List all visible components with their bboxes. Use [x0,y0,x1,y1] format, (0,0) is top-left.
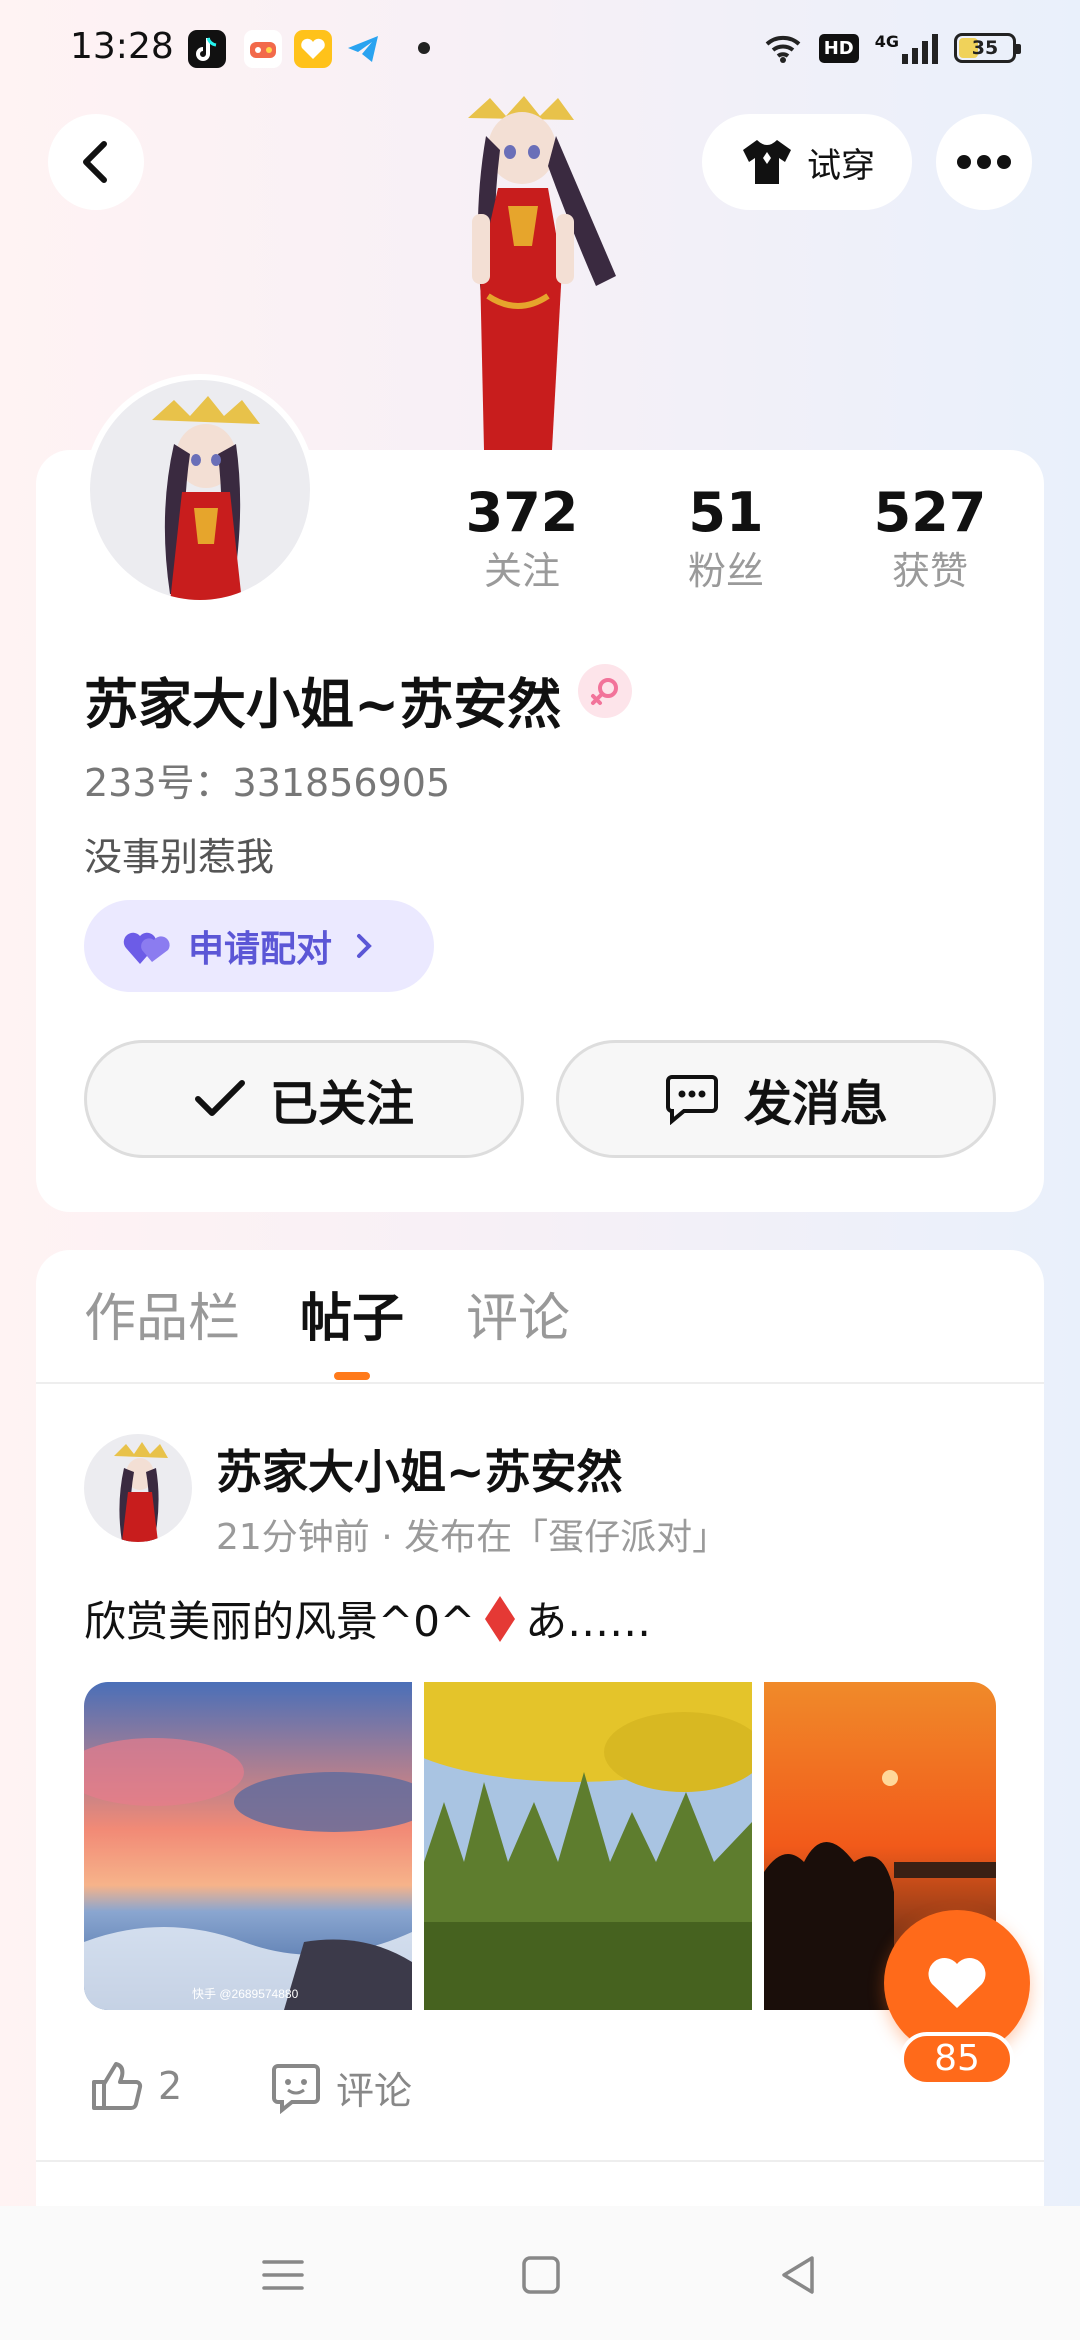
send-message-button[interactable]: 发消息 [556,1040,996,1158]
stat-label: 关注 [483,549,560,593]
post-comment-label: 评论 [336,2069,413,2113]
notification-dot [418,42,430,54]
chevron-right-icon [357,934,372,958]
stat-value: 372 [465,481,579,544]
active-tab-indicator [334,1372,370,1380]
tabs-divider [36,1382,1044,1384]
stat-following[interactable]: 372 关注 [422,482,622,598]
post-divider [36,2160,1044,2162]
check-icon [194,1080,245,1116]
followed-button[interactable]: 已关注 [84,1040,524,1158]
more-dots-icon [957,155,1011,169]
back-triangle-icon[interactable] [774,2250,824,2300]
stat-label: 粉丝 [687,549,764,593]
battery-level: 35 [971,37,999,59]
post-text-suffix: あ…… [525,1597,652,1646]
signal-icon: 4G [875,32,938,64]
post-text-main: 欣赏美丽的风景^0^ [84,1597,476,1646]
thumbs-up-icon [92,2062,143,2110]
menu-icon[interactable] [258,2250,308,2300]
post-like-count: 2 [158,2064,183,2108]
avatar-figure [428,96,648,450]
post-author-avatar[interactable] [84,1434,192,1542]
send-message-label: 发消息 [743,1076,888,1132]
floating-like-count: 85 [900,2032,1014,2086]
hd-badge: HD [818,33,859,63]
female-icon [578,664,632,718]
post-text: 欣赏美丽的风景^0^ あ…… [84,1588,651,1649]
back-button[interactable] [48,114,144,210]
stat-value: 51 [688,481,764,544]
tab-works[interactable]: 作品栏 [84,1276,240,1351]
profile-bio: 没事别惹我 [84,835,275,879]
tshirt-icon [743,140,791,184]
try-on-button[interactable]: 试穿 [702,114,912,210]
stat-value: 527 [873,481,987,544]
battery-icon: 35 [954,33,1021,63]
try-on-label: 试穿 [807,145,875,186]
tab-comments[interactable]: 评论 [466,1276,570,1351]
stat-fans[interactable]: 51 粉丝 [626,482,826,598]
home-icon[interactable] [516,2250,566,2300]
status-time: 13:28 [70,26,174,67]
profile-name: 苏家大小姐~苏安然 [84,673,562,736]
status-bar: 13:28 HD 4G 35 [0,0,1080,96]
stat-label: 获赞 [891,549,968,593]
post-author-name[interactable]: 苏家大小姐~苏安然 [216,1436,623,1502]
apply-match-button[interactable]: 申请配对 [84,900,434,992]
heart-app-icon [294,30,332,68]
telegram-icon [344,30,382,68]
status-right: HD 4G 35 [763,26,1021,70]
post-comment-action[interactable]: 评论 [270,2060,412,2115]
diamond-icon [485,1595,516,1642]
heart-icon [928,1957,986,2008]
system-nav-bar [0,2206,1080,2340]
message-icon [665,1075,718,1125]
post-like-action[interactable]: 2 [90,2060,182,2112]
game-icon [244,30,282,68]
apply-match-label: 申请配对 [188,929,333,970]
more-button[interactable] [936,114,1032,210]
chevron-left-icon [83,141,107,183]
followed-label: 已关注 [269,1076,414,1132]
post-meta: 21分钟前 · 发布在「蛋仔派对」 [216,1517,729,1558]
comment-icon [272,2063,320,2114]
tab-posts[interactable]: 帖子 [300,1276,404,1351]
image-watermark: 快手 @2689574880 [192,1987,299,2001]
heart-icon [123,932,170,964]
tiktok-icon [188,30,226,68]
post-image-ginkgo-trees[interactable] [424,1682,752,2010]
wifi-icon [765,35,801,63]
network-label: 4G [874,32,899,51]
profile-id: 233号：331856905 [84,761,451,805]
stat-likes[interactable]: 527 获赞 [830,482,1030,598]
post-image-sunset-sea[interactable]: 快手 @2689574880 [84,1682,412,2010]
profile-avatar[interactable] [84,374,316,606]
profile-avatar-image [90,380,310,600]
